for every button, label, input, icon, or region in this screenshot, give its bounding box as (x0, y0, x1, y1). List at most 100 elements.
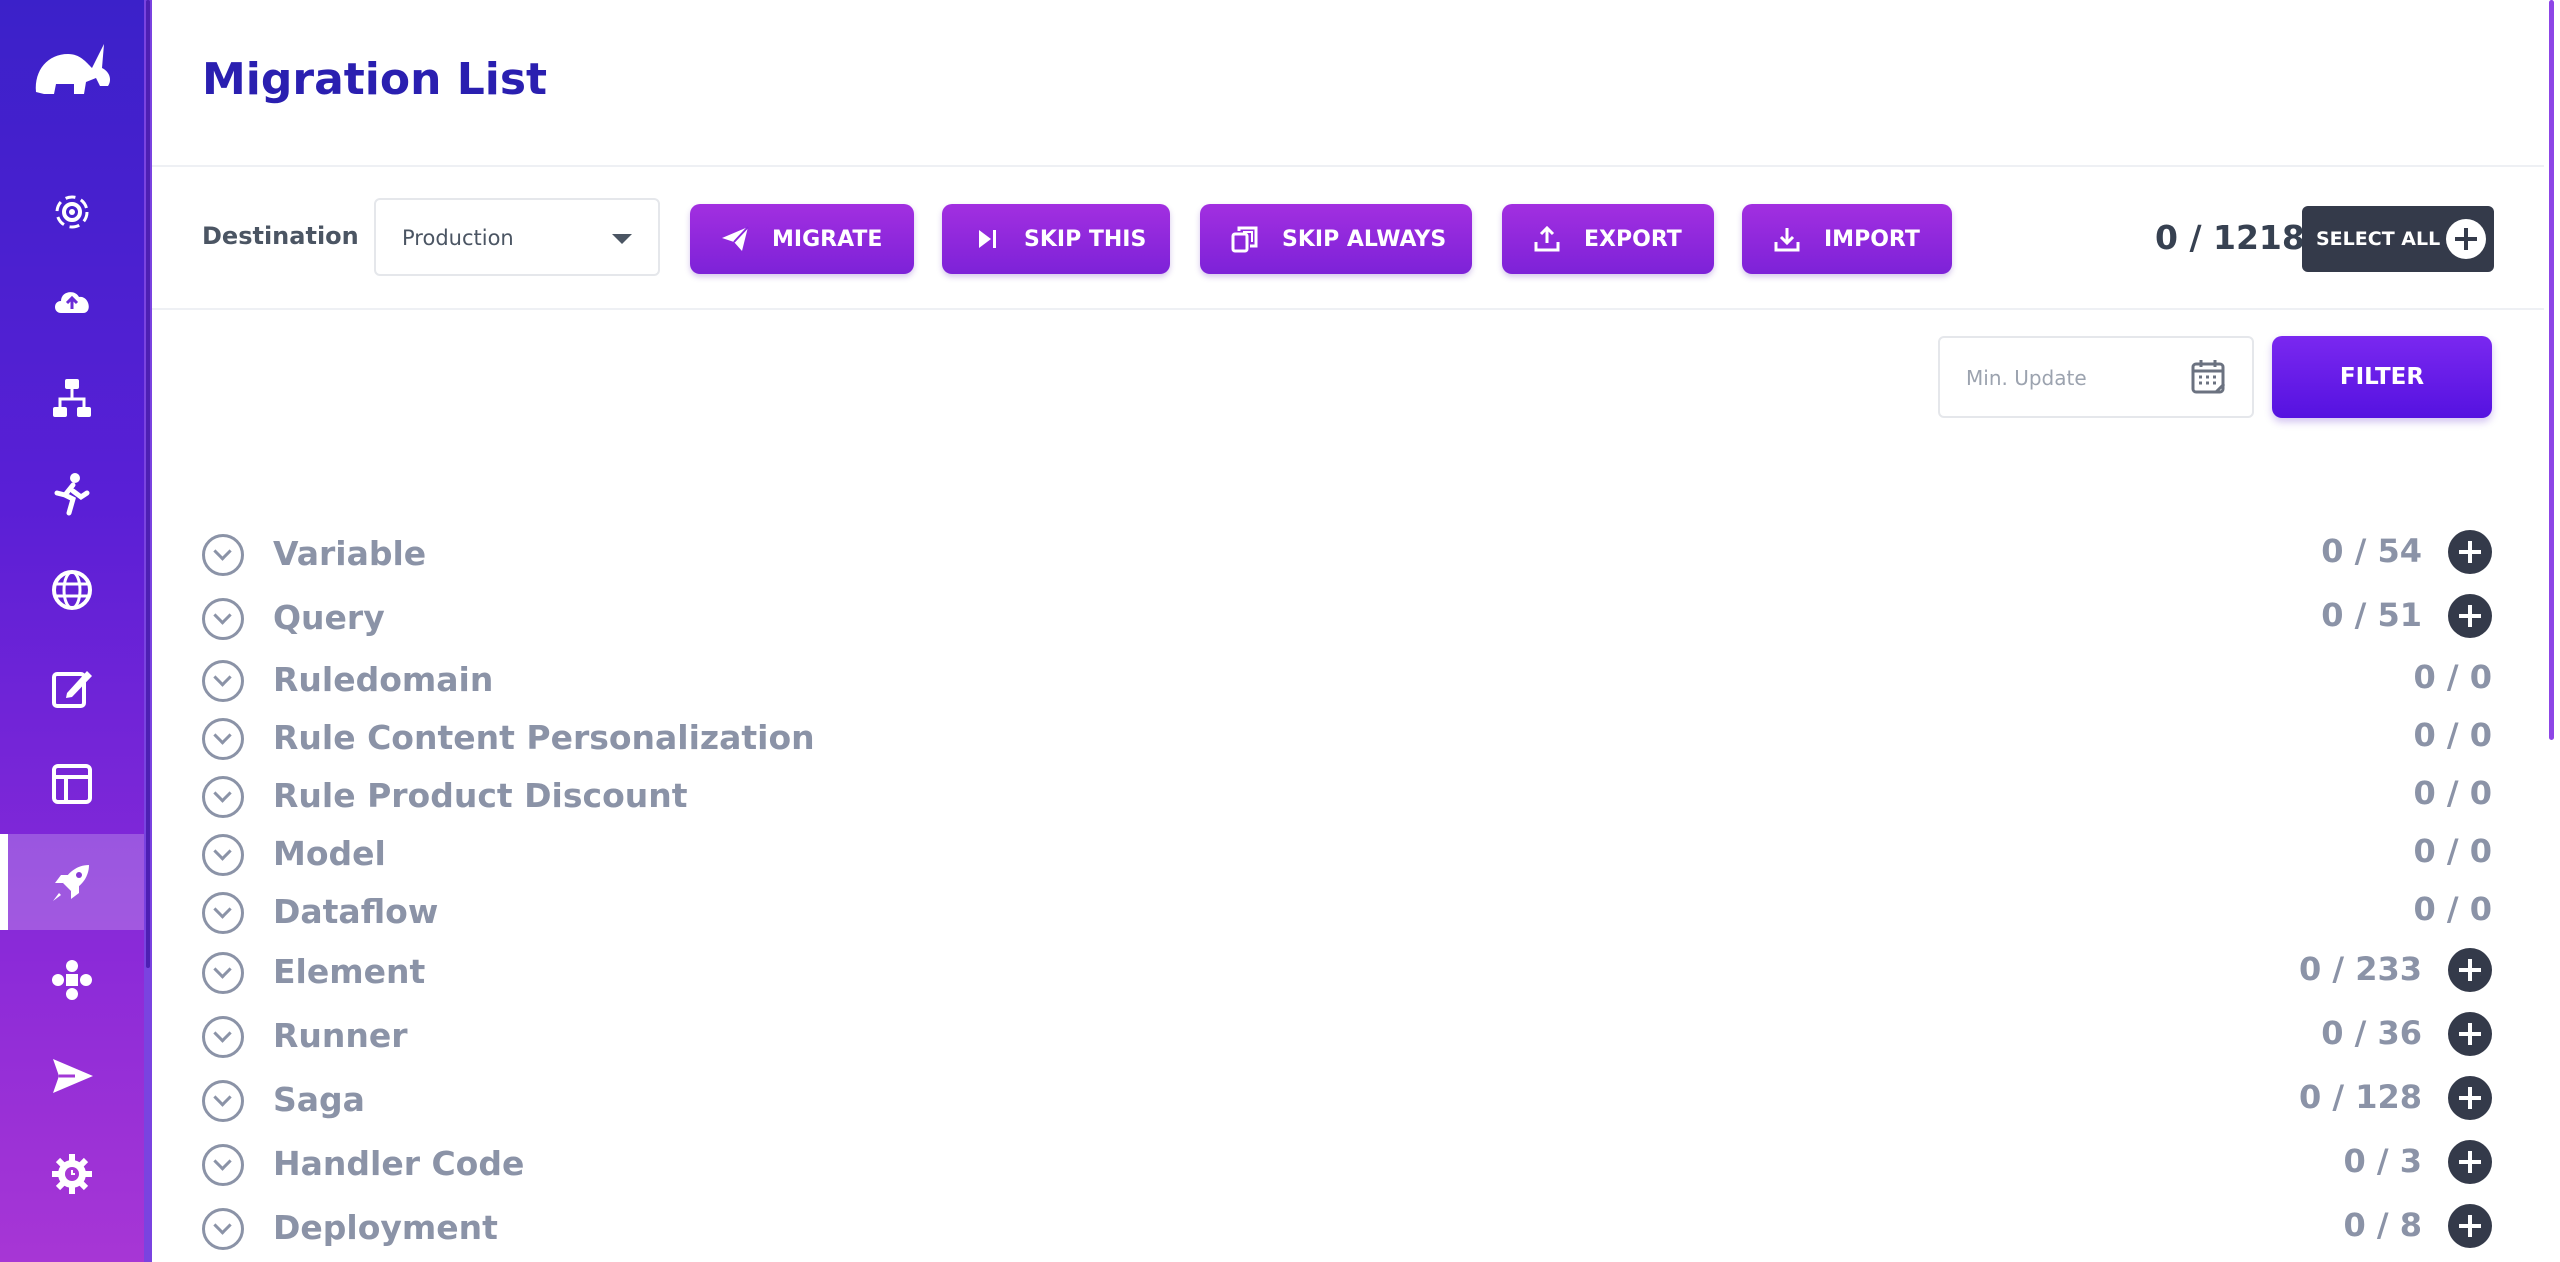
category-row[interactable]: Rule Content Personalization 0 / 0 (202, 716, 2492, 768)
chevron-down-icon[interactable] (202, 952, 244, 994)
add-category-button[interactable] (2448, 530, 2492, 574)
migrate-button[interactable]: MIGRATE (690, 204, 914, 274)
select-all-button[interactable]: SELECT ALL (2302, 206, 2494, 272)
category-row[interactable]: Dataflow 0 / 0 (202, 890, 2492, 942)
category-name: Deployment (273, 1208, 498, 1247)
sidebar-scrollbar-thumb[interactable] (146, 0, 150, 968)
rhino-logo-icon[interactable] (28, 32, 116, 112)
send-icon (53, 1059, 93, 1093)
upload-icon (1534, 225, 1560, 252)
category-row[interactable]: Saga 0 / 128 (202, 1076, 2492, 1130)
edit-icon (52, 671, 92, 708)
category-count: 0 / 0 (2413, 716, 2493, 754)
sidebar-scrollbar[interactable] (144, 0, 152, 1262)
category-row[interactable]: Runner 0 / 36 (202, 1012, 2492, 1066)
category-count: 0 / 54 (2321, 532, 2422, 570)
chevron-down-icon[interactable] (202, 1144, 244, 1186)
sidebar-item-flow[interactable] (0, 350, 144, 446)
sidebar-item-edit[interactable] (0, 640, 144, 736)
min-update-input[interactable]: Min. Update (1938, 336, 2254, 418)
category-name: Element (273, 952, 426, 991)
caret-down-icon (612, 234, 632, 244)
category-count: 0 / 0 (2413, 832, 2493, 870)
layout-icon (52, 764, 92, 804)
gear-clock-icon (52, 1154, 92, 1194)
gamepad-icon (52, 960, 92, 1000)
migration-toolbar: Destination Production MIGRATE SKIP THIS… (152, 166, 2544, 310)
add-category-button[interactable] (2448, 1140, 2492, 1184)
filter-button[interactable]: FILTER (2272, 336, 2492, 418)
chevron-down-icon[interactable] (202, 534, 244, 576)
category-name: Variable (273, 534, 427, 573)
sidebar-item-send[interactable] (0, 1028, 144, 1124)
sidebar-item-layout[interactable] (0, 736, 144, 832)
chevron-down-icon[interactable] (202, 834, 244, 876)
page-scrollbar-thumb[interactable] (2549, 0, 2554, 740)
skip-always-button[interactable]: SKIP ALWAYS (1200, 204, 1472, 274)
chevron-down-icon[interactable] (202, 1080, 244, 1122)
category-row[interactable]: Model 0 / 0 (202, 832, 2492, 884)
migrate-label: MIGRATE (772, 226, 883, 252)
page-scrollbar[interactable] (2544, 0, 2560, 1262)
chevron-down-icon[interactable] (202, 776, 244, 818)
skip-always-label: SKIP ALWAYS (1282, 226, 1447, 252)
chevron-down-icon[interactable] (202, 660, 244, 702)
add-category-button[interactable] (2448, 1204, 2492, 1248)
calendar-icon[interactable] (2190, 358, 2228, 396)
chevron-down-icon[interactable] (202, 1016, 244, 1058)
category-count: 0 / 3 (2343, 1142, 2423, 1180)
cloud-upload-icon (55, 292, 89, 313)
export-button[interactable]: EXPORT (1502, 204, 1714, 274)
chevron-down-icon[interactable] (202, 718, 244, 760)
paper-plane-icon (722, 226, 749, 251)
add-category-button[interactable] (2448, 594, 2492, 638)
category-count: 0 / 36 (2321, 1014, 2422, 1052)
flow-icon (53, 379, 91, 417)
category-count: 0 / 128 (2298, 1078, 2422, 1116)
category-count: 0 / 233 (2298, 950, 2422, 988)
category-row[interactable]: Element 0 / 233 (202, 948, 2492, 1002)
page-header: Migration List (152, 0, 2544, 167)
category-row[interactable]: Ruledomain 0 / 0 (202, 658, 2492, 710)
sidebar-item-settings[interactable] (0, 1126, 144, 1222)
destination-label: Destination (202, 222, 359, 250)
destination-value: Production (402, 226, 514, 250)
sidebar-item-gamepad[interactable] (0, 932, 144, 1028)
sidebar-item-radar[interactable] (0, 164, 144, 260)
category-name: Handler Code (273, 1144, 525, 1183)
add-category-button[interactable] (2448, 1076, 2492, 1120)
add-category-button[interactable] (2448, 948, 2492, 992)
sidebar-item-migration[interactable] (0, 834, 144, 930)
category-name: Query (273, 598, 385, 637)
chevron-down-icon[interactable] (202, 1208, 244, 1250)
skip-next-icon (979, 230, 996, 248)
import-button[interactable]: IMPORT (1742, 204, 1952, 274)
chevron-down-icon[interactable] (202, 892, 244, 934)
add-category-button[interactable] (2448, 1012, 2492, 1056)
category-row[interactable]: Handler Code 0 / 3 (202, 1140, 2492, 1194)
page-title: Migration List (202, 54, 548, 105)
category-count: 0 / 0 (2413, 890, 2493, 928)
category-row[interactable]: Rule Product Discount 0 / 0 (202, 774, 2492, 826)
skip-this-button[interactable]: SKIP THIS (942, 204, 1170, 274)
category-row[interactable]: Variable 0 / 54 (202, 530, 2492, 584)
chevron-down-icon[interactable] (202, 598, 244, 640)
sidebar-item-runner[interactable] (0, 446, 144, 542)
export-label: EXPORT (1584, 226, 1682, 252)
category-count: 0 / 0 (2413, 658, 2493, 696)
category-name: Runner (273, 1016, 408, 1055)
destination-select[interactable]: Production (374, 198, 660, 276)
category-name: Saga (273, 1080, 365, 1119)
sidebar-item-globe[interactable] (0, 542, 144, 638)
category-row[interactable]: Deployment 0 / 8 (202, 1204, 2492, 1258)
rocket-icon (53, 865, 89, 901)
category-row[interactable]: Query 0 / 51 (202, 594, 2492, 648)
category-name: Rule Content Personalization (273, 718, 815, 757)
skip-this-label: SKIP THIS (1024, 226, 1147, 252)
download-icon (1774, 228, 1800, 252)
sidebar-item-cloud[interactable] (0, 254, 144, 350)
category-name: Ruledomain (273, 660, 494, 699)
category-name: Dataflow (273, 892, 439, 931)
selection-counter: 0 / 1218 (2155, 218, 2305, 257)
category-name: Model (273, 834, 386, 873)
